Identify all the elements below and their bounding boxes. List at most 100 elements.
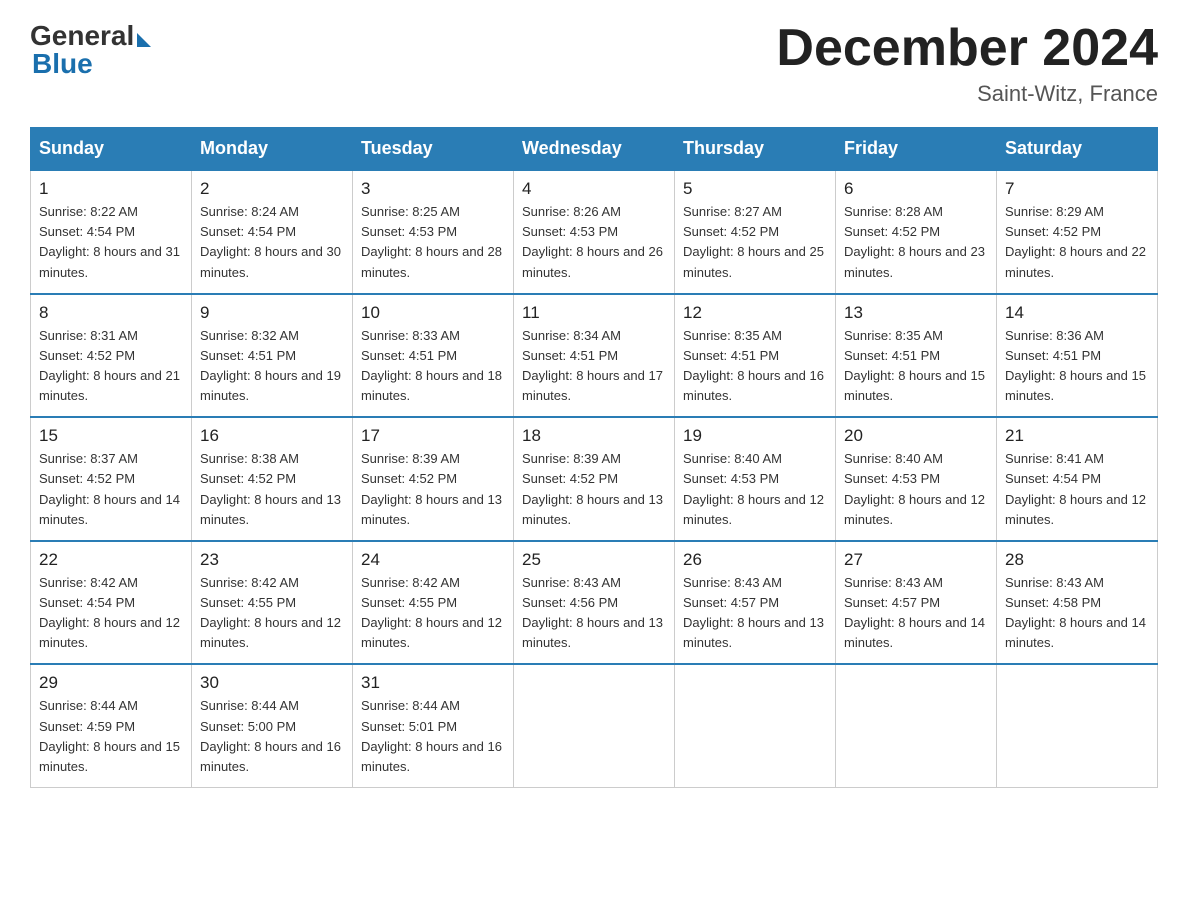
day-cell-31: 31 Sunrise: 8:44 AMSunset: 5:01 PMDayligh…: [353, 664, 514, 787]
day-info: Sunrise: 8:25 AMSunset: 4:53 PMDaylight:…: [361, 202, 505, 283]
day-cell-23: 23 Sunrise: 8:42 AMSunset: 4:55 PMDayligh…: [192, 541, 353, 665]
day-cell-2: 2Sunrise: 8:24 AMSunset: 4:54 PMDaylight…: [192, 170, 353, 294]
day-info: Sunrise: 8:28 AMSunset: 4:52 PMDaylight:…: [844, 202, 988, 283]
day-cell-27: 27 Sunrise: 8:43 AMSunset: 4:57 PMDayligh…: [836, 541, 997, 665]
logo-blue-text: Blue: [32, 48, 93, 80]
week-row-1: 1 Sunrise: 8:22 AMSunset: 4:54 PMDaylight…: [31, 170, 1158, 294]
day-info: Sunrise: 8:22 AMSunset: 4:54 PMDaylight:…: [39, 202, 183, 283]
week-row-2: 8Sunrise: 8:31 AMSunset: 4:52 PMDaylight…: [31, 294, 1158, 418]
day-number: 28: [1005, 550, 1149, 570]
empty-cell: [675, 664, 836, 787]
day-cell-25: 25 Sunrise: 8:43 AMSunset: 4:56 PMDayligh…: [514, 541, 675, 665]
day-info: Sunrise: 8:33 AMSunset: 4:51 PMDaylight:…: [361, 326, 505, 407]
day-number: 18: [522, 426, 666, 446]
empty-cell: [836, 664, 997, 787]
empty-cell: [514, 664, 675, 787]
day-info: Sunrise: 8:27 AMSunset: 4:52 PMDaylight:…: [683, 202, 827, 283]
day-cell-5: 5Sunrise: 8:27 AMSunset: 4:52 PMDaylight…: [675, 170, 836, 294]
location-text: Saint-Witz, France: [776, 81, 1158, 107]
day-number: 20: [844, 426, 988, 446]
day-number: 27: [844, 550, 988, 570]
day-number: 2: [200, 179, 344, 199]
day-info: Sunrise: 8:29 AMSunset: 4:52 PMDaylight:…: [1005, 202, 1149, 283]
day-info: Sunrise: 8:26 AMSunset: 4:53 PMDaylight:…: [522, 202, 666, 283]
page-header: General Blue December 2024 Saint-Witz, F…: [30, 20, 1158, 107]
day-cell-8: 8Sunrise: 8:31 AMSunset: 4:52 PMDaylight…: [31, 294, 192, 418]
logo: General Blue: [30, 20, 151, 80]
day-info: Sunrise: 8:34 AMSunset: 4:51 PMDaylight:…: [522, 326, 666, 407]
weekday-header-monday: Monday: [192, 128, 353, 171]
day-number: 11: [522, 303, 666, 323]
day-number: 3: [361, 179, 505, 199]
day-cell-29: 29 Sunrise: 8:44 AMSunset: 4:59 PMDayligh…: [31, 664, 192, 787]
day-number: 22: [39, 550, 183, 570]
day-number: 13: [844, 303, 988, 323]
day-info: Sunrise: 8:44 AMSunset: 5:01 PMDaylight:…: [361, 696, 505, 777]
logo-triangle-icon: [137, 33, 151, 47]
day-number: 30: [200, 673, 344, 693]
day-info: Sunrise: 8:40 AMSunset: 4:53 PMDaylight:…: [844, 449, 988, 530]
day-info: Sunrise: 8:38 AMSunset: 4:52 PMDaylight:…: [200, 449, 344, 530]
day-cell-10: 10 Sunrise: 8:33 AMSunset: 4:51 PMDayligh…: [353, 294, 514, 418]
day-cell-26: 26 Sunrise: 8:43 AMSunset: 4:57 PMDayligh…: [675, 541, 836, 665]
day-number: 25: [522, 550, 666, 570]
day-cell-20: 20 Sunrise: 8:40 AMSunset: 4:53 PMDayligh…: [836, 417, 997, 541]
day-cell-12: 12Sunrise: 8:35 AMSunset: 4:51 PMDayligh…: [675, 294, 836, 418]
empty-cell: [997, 664, 1158, 787]
day-number: 12: [683, 303, 827, 323]
day-info: Sunrise: 8:42 AMSunset: 4:55 PMDaylight:…: [200, 573, 344, 654]
day-info: Sunrise: 8:44 AMSunset: 4:59 PMDaylight:…: [39, 696, 183, 777]
day-cell-17: 17Sunrise: 8:39 AMSunset: 4:52 PMDayligh…: [353, 417, 514, 541]
day-info: Sunrise: 8:43 AMSunset: 4:57 PMDaylight:…: [844, 573, 988, 654]
day-cell-14: 14Sunrise: 8:36 AMSunset: 4:51 PMDayligh…: [997, 294, 1158, 418]
weekday-header-sunday: Sunday: [31, 128, 192, 171]
day-number: 31: [361, 673, 505, 693]
day-number: 19: [683, 426, 827, 446]
day-info: Sunrise: 8:32 AMSunset: 4:51 PMDaylight:…: [200, 326, 344, 407]
day-cell-3: 3 Sunrise: 8:25 AMSunset: 4:53 PMDaylight…: [353, 170, 514, 294]
day-number: 17: [361, 426, 505, 446]
day-number: 23: [200, 550, 344, 570]
day-number: 26: [683, 550, 827, 570]
day-info: Sunrise: 8:43 AMSunset: 4:57 PMDaylight:…: [683, 573, 827, 654]
day-info: Sunrise: 8:43 AMSunset: 4:58 PMDaylight:…: [1005, 573, 1149, 654]
day-cell-21: 21 Sunrise: 8:41 AMSunset: 4:54 PMDayligh…: [997, 417, 1158, 541]
week-row-5: 29 Sunrise: 8:44 AMSunset: 4:59 PMDayligh…: [31, 664, 1158, 787]
day-cell-19: 19Sunrise: 8:40 AMSunset: 4:53 PMDayligh…: [675, 417, 836, 541]
day-number: 1: [39, 179, 183, 199]
day-cell-28: 28 Sunrise: 8:43 AMSunset: 4:58 PMDayligh…: [997, 541, 1158, 665]
day-info: Sunrise: 8:39 AMSunset: 4:52 PMDaylight:…: [522, 449, 666, 530]
day-info: Sunrise: 8:42 AMSunset: 4:55 PMDaylight:…: [361, 573, 505, 654]
calendar-table: SundayMondayTuesdayWednesdayThursdayFrid…: [30, 127, 1158, 788]
day-info: Sunrise: 8:44 AMSunset: 5:00 PMDaylight:…: [200, 696, 344, 777]
day-cell-11: 11 Sunrise: 8:34 AMSunset: 4:51 PMDayligh…: [514, 294, 675, 418]
day-number: 14: [1005, 303, 1149, 323]
day-number: 10: [361, 303, 505, 323]
weekday-header-tuesday: Tuesday: [353, 128, 514, 171]
day-info: Sunrise: 8:37 AMSunset: 4:52 PMDaylight:…: [39, 449, 183, 530]
day-cell-24: 24Sunrise: 8:42 AMSunset: 4:55 PMDayligh…: [353, 541, 514, 665]
day-cell-4: 4Sunrise: 8:26 AMSunset: 4:53 PMDaylight…: [514, 170, 675, 294]
weekday-header-friday: Friday: [836, 128, 997, 171]
day-number: 8: [39, 303, 183, 323]
week-row-3: 15 Sunrise: 8:37 AMSunset: 4:52 PMDayligh…: [31, 417, 1158, 541]
weekday-header-saturday: Saturday: [997, 128, 1158, 171]
weekday-header-row: SundayMondayTuesdayWednesdayThursdayFrid…: [31, 128, 1158, 171]
day-number: 6: [844, 179, 988, 199]
day-info: Sunrise: 8:42 AMSunset: 4:54 PMDaylight:…: [39, 573, 183, 654]
day-number: 7: [1005, 179, 1149, 199]
day-cell-9: 9Sunrise: 8:32 AMSunset: 4:51 PMDaylight…: [192, 294, 353, 418]
day-info: Sunrise: 8:43 AMSunset: 4:56 PMDaylight:…: [522, 573, 666, 654]
day-cell-13: 13 Sunrise: 8:35 AMSunset: 4:51 PMDayligh…: [836, 294, 997, 418]
weekday-header-wednesday: Wednesday: [514, 128, 675, 171]
day-info: Sunrise: 8:41 AMSunset: 4:54 PMDaylight:…: [1005, 449, 1149, 530]
day-number: 16: [200, 426, 344, 446]
weekday-header-thursday: Thursday: [675, 128, 836, 171]
day-number: 21: [1005, 426, 1149, 446]
day-cell-16: 16 Sunrise: 8:38 AMSunset: 4:52 PMDayligh…: [192, 417, 353, 541]
title-block: December 2024 Saint-Witz, France: [776, 20, 1158, 107]
day-info: Sunrise: 8:35 AMSunset: 4:51 PMDaylight:…: [844, 326, 988, 407]
day-cell-18: 18 Sunrise: 8:39 AMSunset: 4:52 PMDayligh…: [514, 417, 675, 541]
day-number: 29: [39, 673, 183, 693]
day-number: 15: [39, 426, 183, 446]
